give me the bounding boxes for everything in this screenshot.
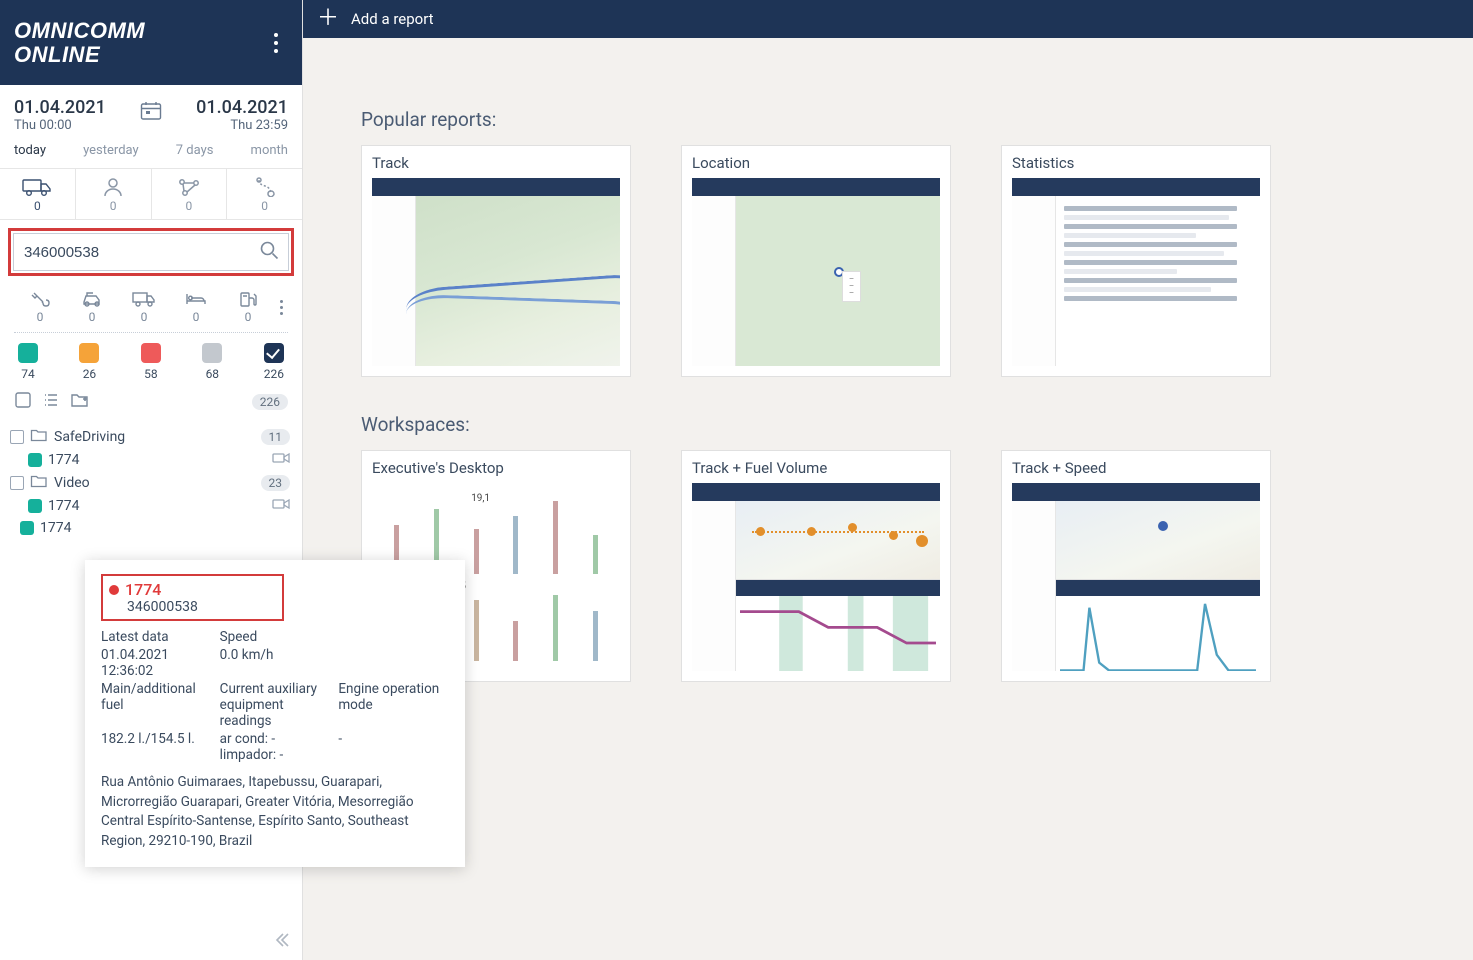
date-to-date: 01.04.2021 xyxy=(196,97,288,118)
preset-week[interactable]: 7 days xyxy=(176,143,214,158)
filter-more-icon[interactable] xyxy=(274,300,288,315)
object-tree: SafeDriving 11 1774 Video 23 1774 xyxy=(0,421,302,543)
camera-icon xyxy=(272,498,290,514)
filter-events[interactable]: 0 xyxy=(66,290,118,324)
date-from-day: Thu 00:00 xyxy=(14,118,106,133)
status-green[interactable]: 74 xyxy=(18,343,38,381)
date-to[interactable]: 01.04.2021 Thu 23:59 xyxy=(196,97,288,133)
status-checked[interactable]: 226 xyxy=(264,343,284,381)
thumb-track-fuel xyxy=(692,483,940,671)
checkbox-icon[interactable] xyxy=(10,430,24,444)
workspace-cards: Executive's Desktop xyxy=(361,450,1415,682)
search-icon[interactable] xyxy=(259,240,279,264)
card-statistics[interactable]: Statistics xyxy=(1001,145,1271,377)
total-count-pill: 226 xyxy=(252,394,288,410)
tab-geozones[interactable]: 0 xyxy=(152,169,228,220)
card-track-fuel[interactable]: Track + Fuel Volume xyxy=(681,450,951,682)
main-area: ＋ Add a report Popular reports: Track Lo… xyxy=(303,0,1473,960)
status-red[interactable]: 58 xyxy=(141,343,161,381)
tooltip-address: Rua Antônio Guimaraes, Itapebussu, Guara… xyxy=(101,773,449,851)
add-report-label: Add a report xyxy=(351,10,434,28)
folder-icon xyxy=(30,474,48,492)
sidebar-menu-button[interactable] xyxy=(264,23,288,63)
search-area xyxy=(0,220,302,284)
filter-vehicles[interactable]: 0 xyxy=(118,290,170,324)
filter-maintenance[interactable]: 0 xyxy=(14,290,66,324)
date-to-day: Thu 23:59 xyxy=(196,118,288,133)
brand-line1: OMNICOMM xyxy=(14,19,145,42)
filter-rest[interactable]: 0 xyxy=(170,290,222,324)
tree-toolbar: 226 xyxy=(0,387,302,421)
brand-line2: ONLINE xyxy=(14,43,145,66)
sidebar-header: OMNICOMM ONLINE xyxy=(0,0,302,85)
add-report-button[interactable]: ＋ Add a report xyxy=(303,0,1473,38)
tooltip-header: 1774 346000538 xyxy=(101,574,284,621)
date-from[interactable]: 01.04.2021 Thu 00:00 xyxy=(14,97,106,133)
camera-icon xyxy=(272,452,290,468)
date-range: 01.04.2021 Thu 00:00 01.04.2021 Thu 23:5… xyxy=(0,85,302,139)
preset-month[interactable]: month xyxy=(251,143,288,158)
card-location[interactable]: Location ——— xyxy=(681,145,951,377)
tree-group-safedriving[interactable]: SafeDriving 11 xyxy=(10,425,300,449)
card-track-speed[interactable]: Track + Speed xyxy=(1001,450,1271,682)
status-orange[interactable]: 26 xyxy=(79,343,99,381)
status-chip-icon xyxy=(28,453,42,467)
thumb-location: ——— xyxy=(692,178,940,366)
status-chip-icon xyxy=(28,499,42,513)
popular-cards: Track Location ——— Statistics xyxy=(361,145,1415,377)
tab-routes[interactable]: 0 xyxy=(227,169,302,220)
date-from-date: 01.04.2021 xyxy=(14,97,106,118)
filter-fuel[interactable]: 0 xyxy=(222,290,274,324)
card-track[interactable]: Track xyxy=(361,145,631,377)
thumb-track-speed xyxy=(1012,483,1260,671)
date-presets: today yesterday 7 days month xyxy=(0,139,302,168)
calendar-icon[interactable] xyxy=(140,101,162,125)
popular-heading: Popular reports: xyxy=(361,108,1415,131)
status-dot-icon xyxy=(109,585,119,595)
thumb-statistics xyxy=(1012,178,1260,366)
list-view-icon[interactable] xyxy=(42,392,60,412)
preset-today[interactable]: today xyxy=(14,143,46,158)
tab-drivers[interactable]: 0 xyxy=(76,169,152,220)
tab-vehicles[interactable]: 0 xyxy=(0,169,76,220)
tooltip-grid: Latest data Speed 01.04.2021 12:36:02 0.… xyxy=(101,629,449,763)
preset-yesterday[interactable]: yesterday xyxy=(83,143,139,158)
search-input[interactable] xyxy=(13,233,289,271)
tab-geozones-count: 0 xyxy=(152,199,227,213)
tree-item[interactable]: 1774 xyxy=(10,495,300,517)
workspaces-heading: Workspaces: xyxy=(361,413,1415,436)
tree-item[interactable]: 1774 xyxy=(10,449,300,471)
folder-icon xyxy=(30,428,48,446)
add-folder-icon[interactable] xyxy=(70,392,90,412)
select-all-checkbox[interactable] xyxy=(14,391,32,413)
tree-item[interactable]: 1774 xyxy=(10,517,300,539)
thumb-track xyxy=(372,178,620,366)
filter-row: 0 0 0 0 0 xyxy=(0,284,302,328)
status-gray[interactable]: 68 xyxy=(202,343,222,381)
collapse-sidebar-icon[interactable] xyxy=(262,920,302,960)
selector-tabs: 0 0 0 0 xyxy=(0,168,302,220)
tree-group-video[interactable]: Video 23 xyxy=(10,471,300,495)
tab-drivers-count: 0 xyxy=(76,199,151,213)
checkbox-icon[interactable] xyxy=(10,476,24,490)
tab-vehicles-count: 0 xyxy=(0,199,75,213)
brand-logo: OMNICOMM ONLINE xyxy=(14,19,145,65)
vehicle-tooltip: 1774 346000538 Latest data Speed 01.04.2… xyxy=(85,560,465,867)
tab-routes-count: 0 xyxy=(227,199,302,213)
content: Popular reports: Track Location ——— xyxy=(303,38,1473,738)
status-row: 74 26 58 68 226 xyxy=(0,337,302,387)
plus-icon: ＋ xyxy=(317,8,339,30)
status-chip-icon xyxy=(20,521,34,535)
